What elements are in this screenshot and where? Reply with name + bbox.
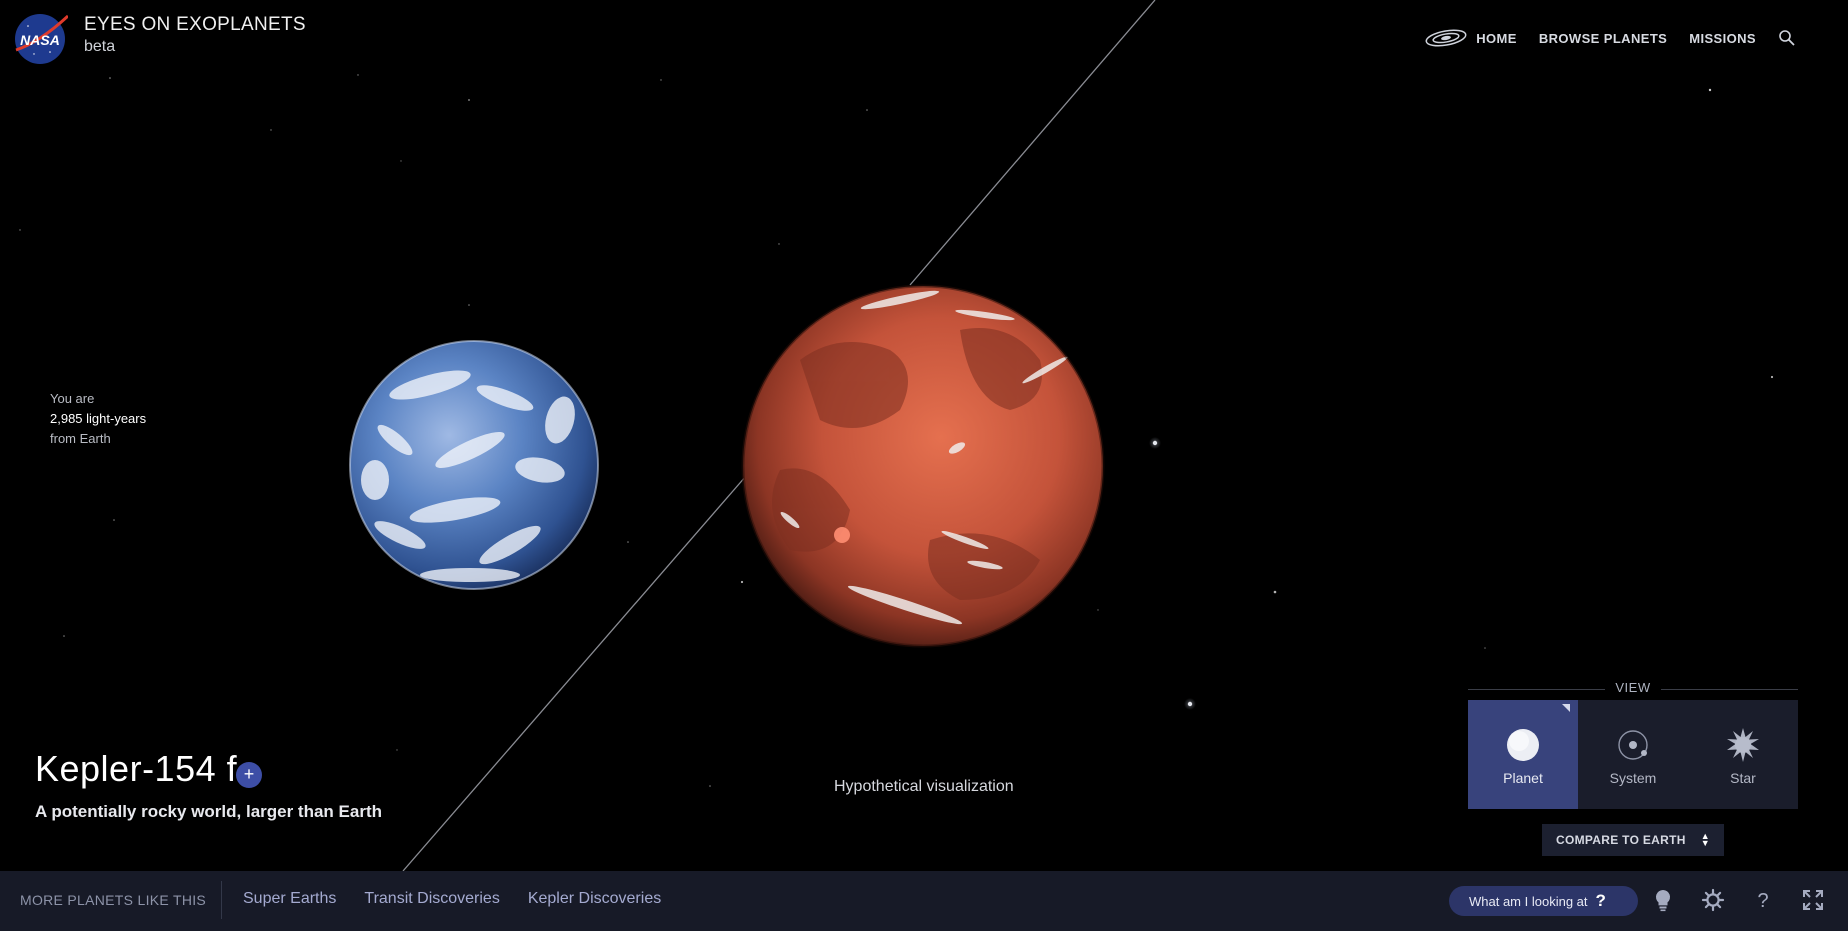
svg-text:NASA: NASA <box>20 32 60 48</box>
view-header: VIEW <box>1468 680 1798 696</box>
view-system-label: System <box>1609 770 1657 786</box>
compare-to-earth-dropdown[interactable]: COMPARE TO EARTH ▲ ▼ <box>1542 824 1724 856</box>
corner-indicator <box>1562 704 1570 712</box>
nav-home[interactable]: HOME <box>1424 28 1517 48</box>
view-star-button[interactable]: Star <box>1688 700 1798 809</box>
what-am-i-looking-at-button[interactable]: What am I looking at ? <box>1449 886 1638 916</box>
what-label: What am I looking at <box>1469 893 1588 909</box>
link-kepler-discoveries[interactable]: Kepler Discoveries <box>528 890 661 908</box>
more-planets-label: MORE PLANETS LIKE THIS <box>20 892 207 908</box>
distance-line-1: You are <box>50 391 95 406</box>
footer-divider <box>221 881 222 919</box>
app-title[interactable]: EYES ON EXOPLANETS <box>84 14 306 36</box>
fullscreen-icon[interactable] <box>1800 887 1826 913</box>
main-nav: HOME BROWSE PLANETS MISSIONS <box>1424 28 1796 48</box>
link-transit-discoveries[interactable]: Transit Discoveries <box>364 890 499 908</box>
settings-icon[interactable] <box>1700 887 1726 913</box>
view-star-label: Star <box>1730 770 1756 786</box>
link-super-earths[interactable]: Super Earths <box>243 890 336 908</box>
related-links: Super Earths Transit Discoveries Kepler … <box>243 890 661 908</box>
view-planet-label: Planet <box>1503 770 1543 786</box>
galaxy-icon <box>1425 29 1467 47</box>
footer-bar: MORE PLANETS LIKE THIS Super Earths Tran… <box>0 871 1848 931</box>
view-label: VIEW <box>1615 680 1651 695</box>
system-icon <box>1618 730 1648 760</box>
compare-label: COMPARE TO EARTH <box>1556 833 1686 847</box>
search-icon[interactable] <box>1778 29 1796 47</box>
view-system-button[interactable]: System <box>1578 700 1688 809</box>
distance-line-3: from Earth <box>50 431 111 446</box>
nav-home-label: HOME <box>1476 30 1517 46</box>
view-switcher: Planet System Star <box>1468 700 1798 809</box>
app-subtitle: beta <box>84 38 116 55</box>
header: NASA EYES ON EXOPLANETS beta HOME BROWSE… <box>0 0 1848 80</box>
help-icon[interactable]: ? <box>1750 887 1776 913</box>
nav-missions[interactable]: MISSIONS <box>1689 31 1756 46</box>
earth-planet <box>349 340 599 590</box>
planet-tagline: A potentially rocky world, larger than E… <box>35 802 382 821</box>
view-planet-button[interactable]: Planet <box>1468 700 1578 809</box>
nasa-logo[interactable]: NASA <box>12 12 68 64</box>
star-icon <box>1727 728 1759 762</box>
planet-icon <box>1507 729 1539 761</box>
distance-value: 2,985 light-years <box>50 411 147 426</box>
svg-text:?: ? <box>1757 890 1768 912</box>
planet-name: Kepler-154 f <box>35 748 238 789</box>
distance-readout: You are 2,985 light-years from Earth <box>50 389 146 449</box>
lightbulb-icon[interactable] <box>1650 887 1676 913</box>
add-to-favorites-button[interactable]: + <box>236 762 262 788</box>
visualization-caption: Hypothetical visualization <box>834 778 1014 795</box>
updown-arrows-icon: ▲ ▼ <box>1700 831 1710 848</box>
nav-browse-planets[interactable]: BROWSE PLANETS <box>1539 31 1667 46</box>
question-mark-icon: ? <box>1595 891 1606 910</box>
exoplanet-kepler-154-f <box>741 284 1105 648</box>
